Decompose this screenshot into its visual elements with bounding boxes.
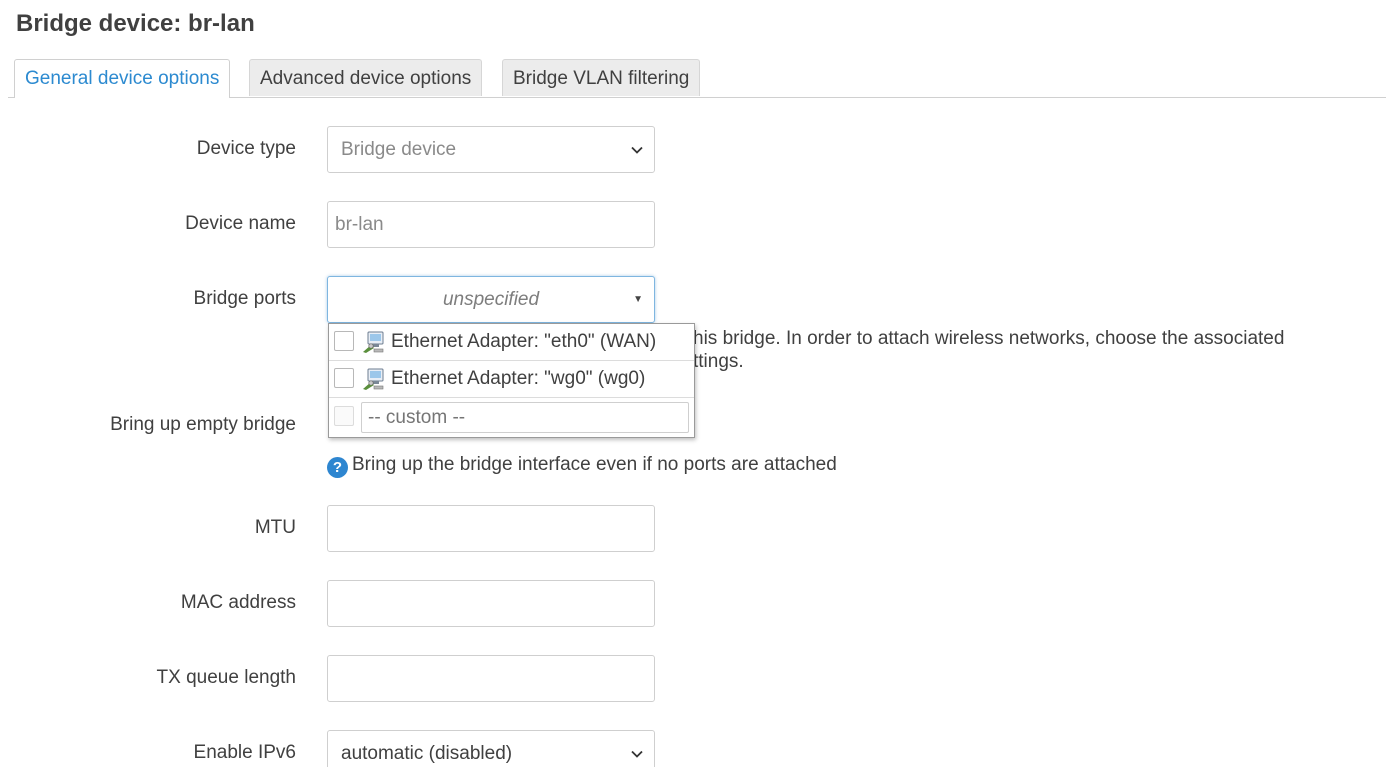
device-type-label: Device type	[196, 138, 296, 159]
device-name-field[interactable]: br-lan	[327, 201, 655, 248]
dropdown-arrow-icon: ▼	[633, 294, 643, 305]
port-option-label: Ethernet Adapter: "eth0" (WAN)	[391, 331, 657, 352]
help-icon: ?	[327, 457, 348, 478]
enable-ipv6-label: Enable IPv6	[193, 742, 296, 763]
device-name-label: Device name	[185, 213, 296, 234]
bridge-ports-dropdown[interactable]: unspecified ▼	[327, 276, 655, 323]
chevron-down-icon	[631, 750, 643, 758]
tab-bar: General device options Advanced device o…	[8, 59, 1386, 98]
ethernet-adapter-icon	[363, 331, 384, 353]
port-option-checkbox[interactable]	[334, 368, 354, 388]
enable-ipv6-select[interactable]: automatic (disabled)	[327, 730, 655, 767]
bridge-ports-description-cont: ttings.	[693, 351, 744, 372]
device-name-value: br-lan	[335, 214, 384, 235]
mtu-field[interactable]	[327, 505, 655, 552]
port-option-checkbox[interactable]	[334, 331, 354, 351]
bring-up-empty-bridge-label: Bring up empty bridge	[110, 414, 296, 435]
bridge-ports-options-list: Ethernet Adapter: "eth0" (WAN) Ethernet …	[328, 323, 695, 438]
port-option-wg0[interactable]: Ethernet Adapter: "wg0" (wg0)	[329, 361, 694, 398]
page-title: Bridge device: br-lan	[16, 10, 255, 37]
mac-address-field[interactable]	[327, 580, 655, 627]
mtu-label: MTU	[254, 517, 296, 538]
bring-up-empty-bridge-help: ? Bring up the bridge interface even if n…	[327, 454, 837, 478]
device-type-value: Bridge device	[341, 139, 457, 160]
tx-queue-length-label: TX queue length	[156, 667, 296, 688]
enable-ipv6-value: automatic (disabled)	[341, 743, 513, 764]
port-option-eth0[interactable]: Ethernet Adapter: "eth0" (WAN)	[329, 324, 694, 361]
tab-bridge-vlan-filtering[interactable]: Bridge VLAN filtering	[502, 59, 701, 96]
custom-port-checkbox[interactable]	[334, 406, 354, 426]
tab-general-device-options[interactable]: General device options	[14, 59, 231, 98]
bridge-ports-label: Bridge ports	[193, 288, 296, 309]
device-type-select[interactable]: Bridge device	[327, 126, 655, 173]
bridge-ports-placeholder: unspecified	[442, 289, 540, 310]
bridge-ports-description: his bridge. In order to attach wireless …	[693, 328, 1285, 349]
ethernet-adapter-icon	[363, 368, 384, 390]
tx-queue-length-field[interactable]	[327, 655, 655, 702]
help-text: Bring up the bridge interface even if no…	[352, 454, 837, 475]
port-option-label: Ethernet Adapter: "wg0" (wg0)	[391, 368, 646, 389]
custom-port-input[interactable]	[361, 402, 689, 433]
tab-advanced-device-options[interactable]: Advanced device options	[249, 59, 483, 96]
chevron-down-icon	[631, 146, 643, 154]
mac-address-label: MAC address	[180, 592, 296, 613]
bridge-device-page: Bridge device: br-lan General device opt…	[0, 0, 1386, 767]
